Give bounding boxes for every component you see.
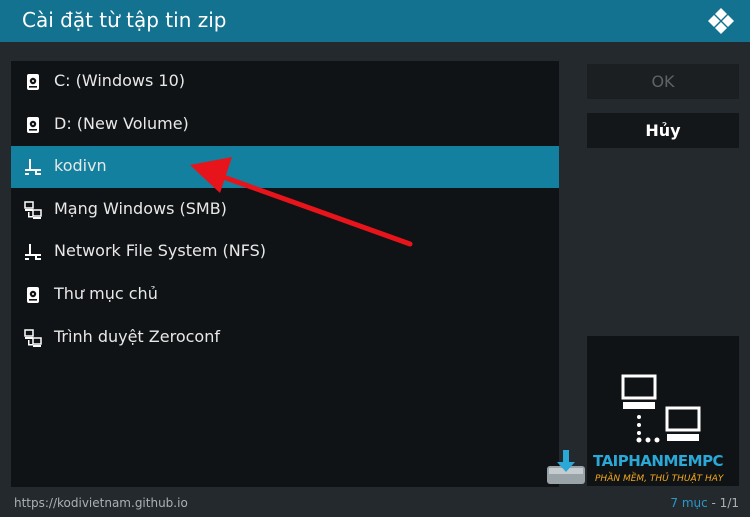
source-item[interactable]: D: (New Volume) [11, 104, 559, 146]
source-item[interactable]: Trình duyệt Zeroconf [11, 317, 559, 359]
source-item-label: kodivn [54, 156, 107, 176]
watermark-subtitle: PHẦN MỀM, THỦ THUẬT HAY [595, 474, 724, 484]
network-computers-icon [621, 374, 701, 443]
current-path: https://kodivietnam.github.io [14, 496, 188, 510]
source-item-label: Trình duyệt Zeroconf [54, 326, 220, 346]
source-item-label: Thư mục chủ [54, 284, 158, 303]
source-item[interactable]: kodivn [11, 146, 559, 189]
network-share-icon [24, 158, 42, 176]
hard-drive-icon [24, 116, 42, 134]
hard-drive-icon [24, 286, 42, 304]
item-counter: 7 mục - 1/1 [670, 496, 739, 510]
source-item-label: C: (Windows 10) [54, 71, 185, 90]
cancel-button[interactable]: Hủy [587, 113, 739, 148]
download-drive-icon [547, 450, 585, 484]
watermark: TAIPHANMEMPC PHẦN MỀM, THỦ THUẬT HAY [545, 446, 745, 492]
title-bar: Cài đặt từ tập tin zip [0, 0, 750, 42]
watermark-title: TAIPHANMEMPC [593, 452, 724, 470]
hard-drive-icon [24, 73, 42, 91]
network-computers-icon [24, 201, 42, 219]
source-item[interactable]: C: (Windows 10) [11, 61, 559, 103]
source-item-label: Network File System (NFS) [54, 241, 267, 261]
network-computers-icon [24, 328, 42, 347]
source-item-label: D: (New Volume) [54, 113, 189, 133]
item-count: 7 mục [670, 496, 708, 510]
network-share-icon [24, 243, 42, 261]
kodi-logo-icon [708, 8, 734, 34]
source-item[interactable]: Mạng Windows (SMB) [11, 189, 559, 231]
page-indicator: - 1/1 [707, 496, 739, 510]
source-item[interactable]: Thư mục chủ [11, 274, 559, 316]
source-list: C: (Windows 10) D: (New Volume) kodivn Mạng… [11, 61, 559, 487]
source-item[interactable]: Network File System (NFS) [11, 231, 559, 273]
dialog-title: Cài đặt từ tập tin zip [22, 8, 227, 32]
source-item-label: Mạng Windows (SMB) [54, 198, 227, 218]
ok-button[interactable]: OK [587, 64, 739, 99]
